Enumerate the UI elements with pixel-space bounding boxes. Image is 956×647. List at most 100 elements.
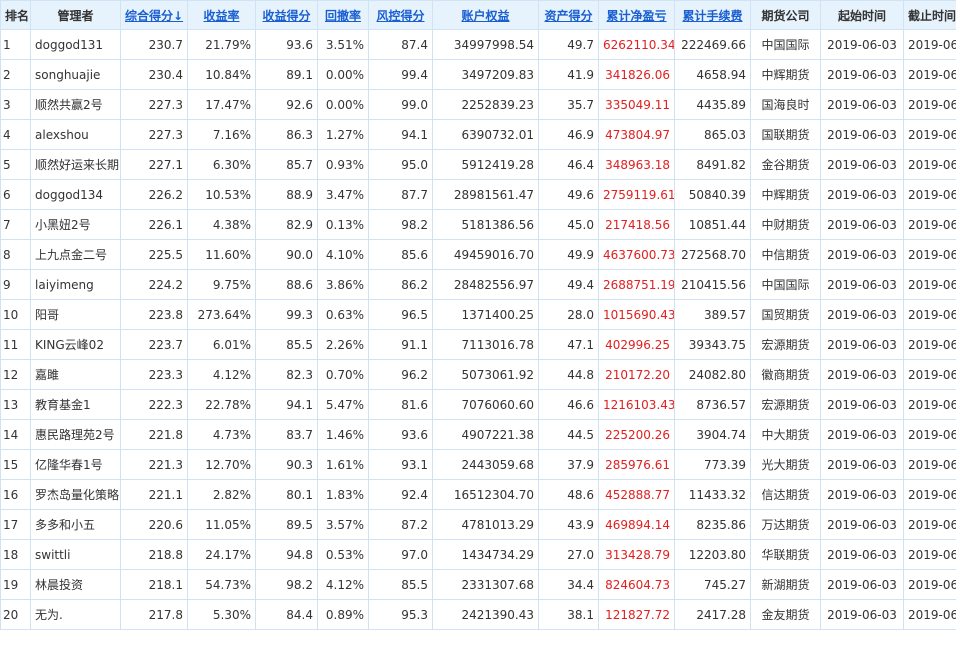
cell-return: 10.84% (187, 59, 256, 90)
cell-return: 4.38% (187, 209, 256, 240)
cell-manager: 阳哥 (30, 299, 121, 330)
cell-rank: 10 (0, 299, 31, 330)
cell-end-date: 2019-06-20 (903, 119, 956, 150)
cell-return-score: 90.0 (255, 239, 318, 270)
cell-end-date: 2019-06-20 (903, 359, 956, 390)
cell-return: 54.73% (187, 569, 256, 600)
column-header-label[interactable]: 收益率 (203, 9, 239, 23)
cell-asset-score: 46.4 (538, 149, 599, 180)
cell-score: 223.8 (120, 299, 188, 330)
cell-company: 中信期货 (750, 239, 821, 270)
cell-risk-score: 87.4 (368, 29, 433, 60)
column-header-drawdown[interactable]: 回撤率 (317, 0, 369, 30)
cell-risk-score: 85.6 (368, 239, 433, 270)
table-row: 1 doggod131 230.7 21.79% 93.6 3.51% 87.4 349979… (0, 29, 956, 60)
cell-rank: 12 (0, 359, 31, 390)
column-header-label[interactable]: 账户权益 (461, 9, 509, 23)
cell-start-date: 2019-06-03 (820, 599, 904, 630)
column-header-rank: 排名 (0, 0, 31, 30)
cell-manager: 嘉雎 (30, 359, 121, 390)
cell-company: 万达期货 (750, 509, 821, 540)
cell-net-pnl: 313428.79 (598, 539, 675, 570)
cell-equity: 7076060.60 (432, 389, 539, 420)
column-header-label[interactable]: 累计手续费 (682, 9, 742, 23)
cell-fees: 773.39 (674, 449, 751, 480)
column-header-label[interactable]: 累计净盈亏 (606, 9, 666, 23)
cell-return: 11.60% (187, 239, 256, 270)
cell-start-date: 2019-06-03 (820, 479, 904, 510)
column-header-score[interactable]: 综合得分↓ (120, 0, 188, 30)
cell-rank: 14 (0, 419, 31, 450)
cell-company: 中财期货 (750, 209, 821, 240)
cell-start-date: 2019-06-03 (820, 29, 904, 60)
cell-end-date: 2019-06-20 (903, 239, 956, 270)
column-header-net-pnl[interactable]: 累计净盈亏 (598, 0, 675, 30)
cell-end-date: 2019-06-20 (903, 59, 956, 90)
column-header-asset-score[interactable]: 资产得分 (538, 0, 599, 30)
column-header-equity[interactable]: 账户权益 (432, 0, 539, 30)
cell-drawdown: 3.86% (317, 269, 369, 300)
cell-return: 17.47% (187, 89, 256, 120)
column-header-end-date: 截止时间 (903, 0, 956, 30)
cell-asset-score: 37.9 (538, 449, 599, 480)
column-header-company: 期货公司 (750, 0, 821, 30)
cell-fees: 389.57 (674, 299, 751, 330)
table-row: 20 无为. 217.8 5.30% 84.4 0.89% 95.3 2421390.43 38… (0, 599, 956, 630)
cell-return: 273.64% (187, 299, 256, 330)
cell-return-score: 93.6 (255, 29, 318, 60)
cell-return-score: 83.7 (255, 419, 318, 450)
cell-asset-score: 46.6 (538, 389, 599, 420)
cell-net-pnl: 473804.97 (598, 119, 675, 150)
cell-rank: 8 (0, 239, 31, 270)
table-row: 12 嘉雎 223.3 4.12% 82.3 0.70% 96.2 5073061.92 44.… (0, 359, 956, 390)
column-header-risk-score[interactable]: 风控得分 (368, 0, 433, 30)
cell-end-date: 2019-06-20 (903, 389, 956, 420)
column-header-label[interactable]: 回撤率 (325, 9, 361, 23)
cell-manager: 小黑妞2号 (30, 209, 121, 240)
cell-start-date: 2019-06-03 (820, 209, 904, 240)
cell-score: 222.3 (120, 389, 188, 420)
cell-net-pnl: 210172.20 (598, 359, 675, 390)
cell-start-date: 2019-06-03 (820, 59, 904, 90)
cell-risk-score: 93.6 (368, 419, 433, 450)
cell-asset-score: 46.9 (538, 119, 599, 150)
cell-company: 信达期货 (750, 479, 821, 510)
column-header-label[interactable]: 风控得分 (376, 9, 424, 23)
cell-asset-score: 45.0 (538, 209, 599, 240)
cell-fees: 2417.28 (674, 599, 751, 630)
column-header-label: 管理者 (57, 8, 94, 23)
cell-drawdown: 4.10% (317, 239, 369, 270)
cell-risk-score: 95.0 (368, 149, 433, 180)
cell-return-score: 84.4 (255, 599, 318, 630)
cell-fees: 865.03 (674, 119, 751, 150)
cell-risk-score: 92.4 (368, 479, 433, 510)
cell-score: 225.5 (120, 239, 188, 270)
cell-score: 223.3 (120, 359, 188, 390)
cell-company: 徽商期货 (750, 359, 821, 390)
column-header-label[interactable]: 资产得分 (544, 9, 592, 23)
cell-return: 5.30% (187, 599, 256, 630)
cell-equity: 28482556.97 (432, 269, 539, 300)
cell-risk-score: 99.4 (368, 59, 433, 90)
cell-return: 21.79% (187, 29, 256, 60)
column-header-label[interactable]: 综合得分 (125, 9, 173, 23)
cell-return: 4.12% (187, 359, 256, 390)
cell-asset-score: 43.9 (538, 509, 599, 540)
cell-net-pnl: 452888.77 (598, 479, 675, 510)
cell-fees: 3904.74 (674, 419, 751, 450)
column-header-fees[interactable]: 累计手续费 (674, 0, 751, 30)
table-row: 14 惠民路理苑2号 221.8 4.73% 83.7 1.46% 93.6 4907221.… (0, 419, 956, 450)
column-header-label[interactable]: 收益得分 (262, 9, 310, 23)
table-row: 11 KING云峰02 223.7 6.01% 85.5 2.26% 91.1 7113016… (0, 329, 956, 360)
column-header-return[interactable]: 收益率 (187, 0, 256, 30)
cell-return-score: 86.3 (255, 119, 318, 150)
cell-score: 221.1 (120, 479, 188, 510)
cell-end-date: 2019-06-20 (903, 149, 956, 180)
cell-rank: 9 (0, 269, 31, 300)
cell-drawdown: 0.63% (317, 299, 369, 330)
cell-fees: 8491.82 (674, 149, 751, 180)
cell-return-score: 80.1 (255, 479, 318, 510)
cell-rank: 6 (0, 179, 31, 210)
cell-manager: 亿隆华春1号 (30, 449, 121, 480)
column-header-return-score[interactable]: 收益得分 (255, 0, 318, 30)
